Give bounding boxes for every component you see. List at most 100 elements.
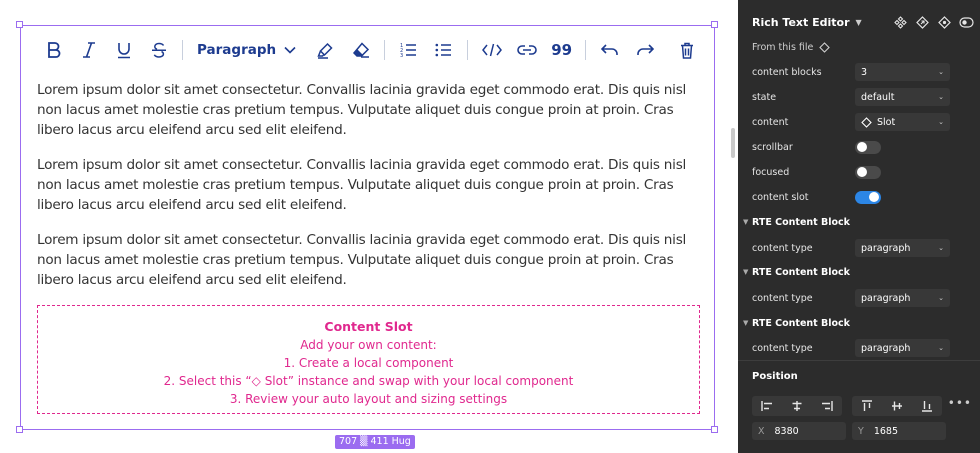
chevron-down-icon: ⌄ <box>938 294 944 302</box>
chevron-down-icon <box>284 46 296 54</box>
code-icon <box>481 43 502 57</box>
go-to-main-button[interactable] <box>914 14 930 30</box>
state-select[interactable]: default ⌄ <box>855 88 950 106</box>
align-center-h-button[interactable] <box>789 399 805 413</box>
quote-icon: 99 <box>551 41 573 59</box>
position-section-title: Position <box>752 371 798 382</box>
italic-icon <box>82 42 95 58</box>
paragraph-block[interactable]: Lorem ipsum dolor sit amet consectetur. … <box>37 80 703 140</box>
resize-handle-top-right[interactable] <box>711 21 718 28</box>
align-left-button[interactable] <box>759 399 775 413</box>
content-slot-toggle[interactable] <box>855 190 881 204</box>
content-type-select[interactable]: paragraph ⌄ <box>855 239 950 257</box>
undo-button[interactable] <box>592 36 627 64</box>
vertical-align-group <box>852 396 942 416</box>
content-type-select[interactable]: paragraph ⌄ <box>855 339 950 357</box>
component-header: Rich Text Editor ▼ <box>752 14 974 30</box>
focused-toggle[interactable] <box>855 165 881 179</box>
content-slot[interactable]: Content Slot Add your own content: 1. Cr… <box>37 305 700 414</box>
detach-instance-button[interactable] <box>958 14 974 30</box>
code-button[interactable] <box>474 36 509 64</box>
redo-button[interactable] <box>627 36 662 64</box>
content-instance-select[interactable]: Slot ⌄ <box>855 113 950 131</box>
strikethrough-button[interactable] <box>141 36 176 64</box>
prop-row-content-type: content type paragraph ⌄ <box>738 288 980 308</box>
ordered-list-button[interactable]: 123 <box>391 36 426 64</box>
underline-button[interactable] <box>106 36 141 64</box>
design-canvas[interactable]: Paragraph 123 99 Lorem ipsum dolor sit a… <box>0 0 738 453</box>
nested-instance-header[interactable]: ▼ RTE Content Block <box>738 263 980 281</box>
collapse-icon[interactable]: ▼ <box>743 268 748 276</box>
paragraph-block[interactable]: Lorem ipsum dolor sit amet consectetur. … <box>37 155 703 215</box>
resize-handle-bottom-right[interactable] <box>711 426 718 433</box>
from-file-row: From this file <box>738 37 980 57</box>
instance-icon <box>893 15 907 29</box>
chevron-down-icon: ⌄ <box>938 244 944 252</box>
prop-row-content-type: content type paragraph ⌄ <box>738 338 980 358</box>
numbered-list-icon: 123 <box>400 43 417 58</box>
blockquote-button[interactable]: 99 <box>544 36 579 64</box>
align-top-icon <box>862 400 872 411</box>
paragraph-block[interactable]: Lorem ipsum dolor sit amet consectetur. … <box>37 230 703 290</box>
bullet-list-button[interactable] <box>426 36 461 64</box>
nested-instance-header[interactable]: ▼ RTE Content Block <box>738 213 980 231</box>
highlight-button[interactable] <box>308 36 343 64</box>
align-top-button[interactable] <box>859 399 875 413</box>
canvas-scrollbar-thumb[interactable] <box>731 128 735 158</box>
diamond-icon <box>861 116 872 128</box>
resize-handle-bottom-left[interactable] <box>16 426 23 433</box>
collapse-icon[interactable]: ▼ <box>743 319 748 327</box>
reset-icon <box>937 15 951 29</box>
toolbar-divider <box>182 40 183 60</box>
panel-divider <box>738 360 980 361</box>
strikethrough-icon <box>151 42 166 58</box>
align-bottom-button[interactable] <box>919 399 935 413</box>
size-badge: 707 ▒ 411 Hug <box>335 435 415 449</box>
clear-format-button[interactable] <box>343 36 378 64</box>
trash-icon <box>680 42 693 59</box>
collapse-icon[interactable]: ▼ <box>743 218 748 226</box>
reset-instance-button[interactable] <box>936 14 952 30</box>
component-instance-button[interactable] <box>892 14 908 30</box>
bold-button[interactable] <box>36 36 71 64</box>
align-middle-icon <box>892 401 902 411</box>
prop-row-content-type: content type paragraph ⌄ <box>738 238 980 258</box>
toggle-icon <box>958 16 974 28</box>
more-options-icon[interactable]: ••• <box>948 396 972 410</box>
align-middle-button[interactable] <box>889 399 905 413</box>
content-slot-line: 1. Create a local component <box>283 356 454 370</box>
editor-content[interactable]: Lorem ipsum dolor sit amet consectetur. … <box>37 80 703 305</box>
y-position-input[interactable]: Y 1685 <box>852 422 946 440</box>
chevron-down-icon[interactable]: ▼ <box>856 18 862 27</box>
delete-button[interactable] <box>669 36 704 64</box>
component-actions <box>892 14 974 30</box>
chevron-down-icon: ⌄ <box>938 93 944 101</box>
resize-handle-top-left[interactable] <box>16 21 23 28</box>
prop-row-focused: focused <box>738 162 980 182</box>
content-blocks-select[interactable]: 3 ⌄ <box>855 63 950 81</box>
toolbar-divider <box>585 40 587 60</box>
from-file-label: From this file <box>752 41 831 53</box>
diamond-icon <box>819 41 831 53</box>
component-name[interactable]: Rich Text Editor <box>752 16 850 29</box>
undo-icon <box>600 44 618 55</box>
rich-text-toolbar: Paragraph 123 99 <box>36 36 704 64</box>
paragraph-style-label: Paragraph <box>197 42 277 58</box>
italic-button[interactable] <box>71 36 106 64</box>
align-right-button[interactable] <box>819 399 835 413</box>
align-left-icon <box>761 401 772 411</box>
content-slot-line: 2. Select this “◇ Slot” instance and swa… <box>163 374 574 388</box>
scrollbar-toggle[interactable] <box>855 140 881 154</box>
paragraph-style-select[interactable]: Paragraph <box>189 36 304 64</box>
content-type-select[interactable]: paragraph ⌄ <box>855 289 950 307</box>
x-position-input[interactable]: X 8380 <box>752 422 846 440</box>
prop-row-scrollbar: scrollbar <box>738 137 980 157</box>
highlighter-icon <box>317 42 333 59</box>
link-button[interactable] <box>509 36 544 64</box>
nested-instance-header[interactable]: ▼ RTE Content Block <box>738 314 980 332</box>
bullet-list-icon <box>435 43 452 57</box>
toolbar-divider <box>467 40 469 60</box>
eraser-icon <box>352 42 369 58</box>
prop-row-content-blocks: content blocks 3 ⌄ <box>738 62 980 82</box>
content-slot-title: Content Slot <box>324 319 413 334</box>
